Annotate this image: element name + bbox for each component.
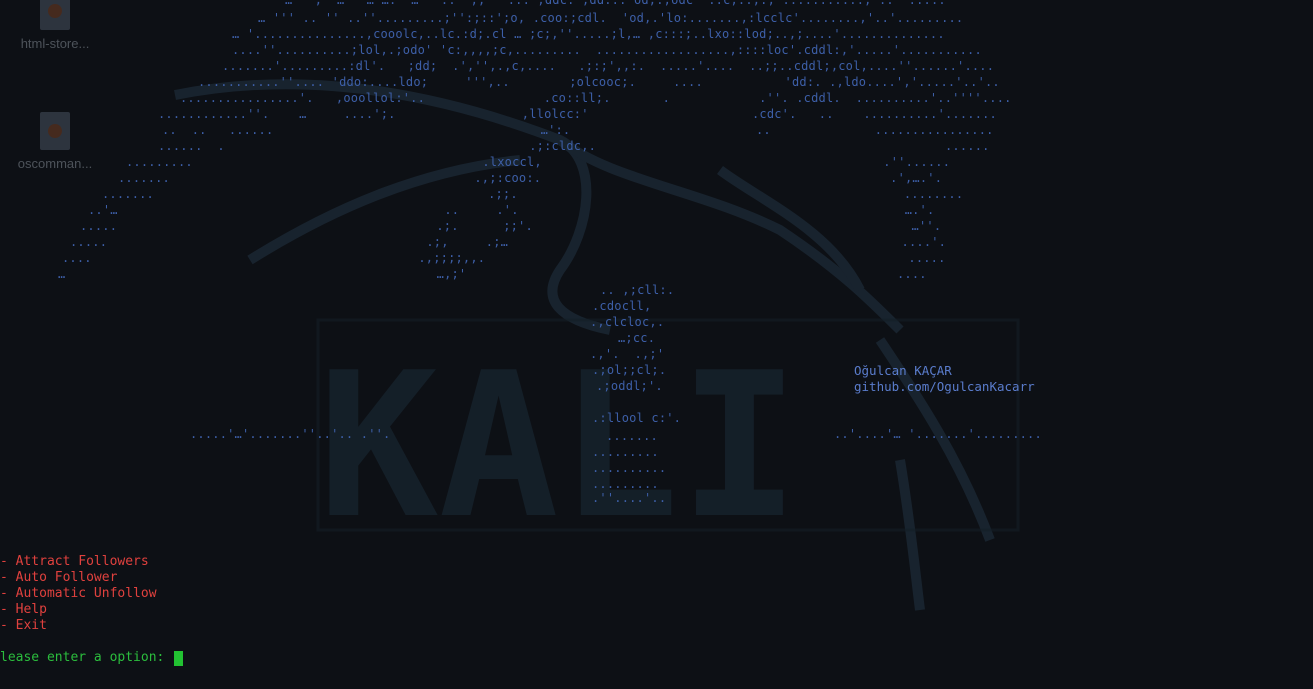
input-prompt[interactable]: lease enter a option: [0, 650, 184, 666]
ascii-bottom-right: ..'....'… '.......'......... [834, 427, 1042, 441]
ascii-line: ...........''.... 'ddo:....ldo; ''',.. ;… [198, 75, 1000, 89]
menu-item-auto-follower[interactable]: - Auto Follower [0, 570, 157, 586]
menu-item-automatic-unfollow[interactable]: - Automatic Unfollow [0, 586, 157, 602]
ascii-line: ...... . .;:cldc,. ...... [158, 139, 990, 153]
ascii-bottom-left: .....'…'.......''..'.. .''. [190, 427, 391, 441]
ascii-line: .:llool c:'. [592, 411, 682, 425]
menu-item-exit[interactable]: - Exit [0, 618, 157, 634]
ascii-line: ......... [592, 445, 659, 459]
ascii-line: ....... .;;. ........ [102, 187, 964, 201]
ascii-line: .cdocll, [592, 299, 652, 313]
terminal-cursor[interactable] [174, 650, 184, 666]
ascii-line: ..... .;. ;;'. …''. [80, 219, 942, 233]
ascii-banner: … , … ``… …. … .. ,, `::. ;ddc. ;dd:.. o… [0, 0, 1313, 689]
ascii-line: .. .. ...... …':. .. ................ [162, 123, 994, 137]
ascii-line: … ''' .. '' ..''.........;'':;::';o, .co… [258, 11, 964, 25]
ascii-line: ..... .;, .;… ....'. [70, 235, 947, 249]
ascii-line: .''....'.. [592, 491, 667, 505]
ascii-line: … '...............,cooolc,..lc.:d;.cl … … [232, 27, 945, 41]
ascii-line: .......'.........:dl'. ;dd; .','',.,c,..… [222, 59, 995, 73]
ascii-line: ....''..........;lol,.;odo' 'c:,,,,;c,..… [232, 43, 982, 57]
menu-item-help[interactable]: - Help [0, 602, 157, 618]
ascii-line: .......... [592, 461, 667, 475]
ascii-line: ....... .,;:coo:. .',….'. [118, 171, 943, 185]
ascii-line: .,clcloc,. [590, 315, 665, 329]
ascii-line: ................'. ,ooollol:'.. .co::ll;… [180, 91, 1012, 105]
ascii-line: .;oddl;'. [596, 379, 663, 393]
ascii-line: .;ol;;cl;. [592, 363, 667, 377]
ascii-line: …;cc. [618, 331, 656, 345]
ascii-line: .. ,;cll:. [600, 283, 675, 297]
ascii-line: … …,;' .... [58, 267, 927, 281]
ascii-line: ....... [606, 429, 658, 443]
ascii-line: .... .,;;;;,,. ..... [62, 251, 946, 265]
author-name: Oğulcan KAÇAR [854, 363, 952, 378]
menu-item-attract-followers[interactable]: - Attract Followers [0, 554, 157, 570]
ascii-line: ..'… .. .'. ….'. [88, 203, 935, 217]
ascii-line: … , … ``… …. … .. ,, `::. ;ddc. ;dd:.. o… [285, 0, 946, 7]
ascii-line: .,'. .,;' [590, 347, 665, 361]
ascii-line: ............''. … ....';. ,llolcc:' .cdc… [158, 107, 997, 121]
main-menu: - Attract Followers - Auto Follower - Au… [0, 554, 157, 634]
ascii-line: ......... .lxoccl, .''...... [126, 155, 951, 169]
prompt-label: lease enter a option: [0, 650, 173, 665]
github-link[interactable]: github.com/OgulcanKacarr [854, 379, 1035, 395]
